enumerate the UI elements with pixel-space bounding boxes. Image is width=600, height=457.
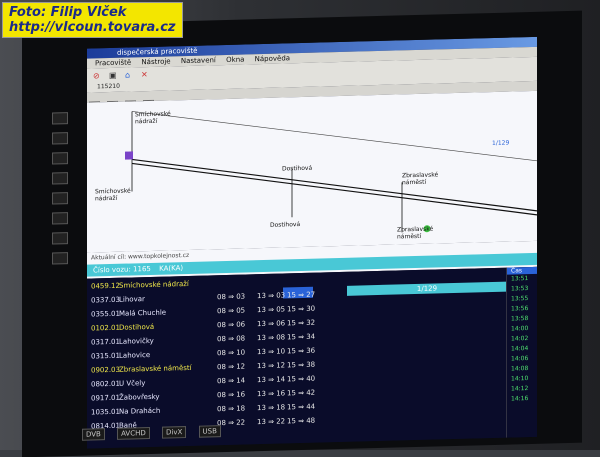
departure-time: 08 ⇒ 03	[217, 292, 246, 302]
info-path: Aktuální cíl: www.topkolejnost.cz	[91, 251, 190, 262]
departure-stop: Žabovřesky	[119, 392, 160, 402]
departure-time: 13 ⇒ 06	[257, 319, 286, 329]
tv-button	[52, 212, 68, 225]
departure-time: 08 ⇒ 06	[217, 320, 246, 330]
departure-time: 13 ⇒ 12	[257, 361, 286, 371]
tv-button	[52, 192, 68, 205]
menu-item[interactable]: Okna	[226, 56, 244, 64]
menu-item[interactable]: Pracoviště	[95, 58, 131, 67]
vehicle-number: Číslo vozu: 1165	[93, 264, 151, 275]
departure-time: 15 ⇒ 34	[287, 332, 316, 342]
tv-button	[52, 112, 68, 125]
departure-time: 13 ⇒ 03	[257, 291, 286, 301]
stop-icon[interactable]: ⊘	[93, 71, 100, 80]
departure-number: 0459.12	[91, 281, 120, 291]
departure-time: 08 ⇒ 08	[217, 334, 246, 344]
departure-time: 15 ⇒ 27	[287, 290, 316, 300]
departure-time: 13 ⇒ 22	[257, 417, 286, 427]
departure-time: 08 ⇒ 05	[217, 306, 246, 316]
station-label: Smíchovské nádraží	[135, 110, 171, 126]
route-track	[131, 158, 537, 212]
departure-stop: Zbraslavské náměstí	[119, 363, 192, 374]
departure-time: 15 ⇒ 36	[287, 346, 316, 356]
route-guide-line	[131, 111, 537, 162]
departure-time: 13 ⇒ 14	[257, 375, 286, 385]
menu-item[interactable]: Nastavení	[181, 56, 216, 65]
departure-stop: Lahovice	[119, 350, 151, 360]
departure-time: 13 ⇒ 05	[257, 305, 286, 315]
departure-time: 08 ⇒ 10	[217, 348, 246, 358]
departure-time: 15 ⇒ 42	[287, 388, 316, 398]
departure-time: 13 ⇒ 16	[257, 389, 286, 399]
departure-number: 0337.03	[91, 295, 120, 305]
departure-time: 13 ⇒ 18	[257, 403, 286, 413]
watermark-url: http://vlcoun.tovara.cz	[9, 20, 176, 35]
tv-logo: DivX	[162, 426, 187, 439]
tv-button	[52, 172, 68, 185]
departure-time: 15 ⇒ 32	[287, 318, 316, 328]
departure-time: 08 ⇒ 12	[217, 362, 246, 372]
route-diagram: Smíchovské nádraží Dostihová Zbraslavské…	[87, 90, 537, 253]
station-label: Zbraslavské náměstí	[402, 171, 439, 187]
vehicle-icon[interactable]	[125, 151, 133, 160]
departure-stop: Lihovar	[119, 295, 145, 304]
side-panel-item: 14:16	[511, 395, 529, 403]
close-icon[interactable]: ✕	[141, 70, 148, 79]
tv-button	[52, 132, 68, 145]
menu-item[interactable]: Nástroje	[141, 57, 170, 66]
station-label: Dostihová	[270, 221, 301, 229]
tv-logo: AVCHD	[117, 426, 150, 440]
menu-item[interactable]: Nápověda	[255, 54, 290, 63]
departure-time: 13 ⇒ 10	[257, 347, 286, 357]
departure-time: 15 ⇒ 30	[287, 304, 316, 314]
zoom-indicator: 1/129	[492, 139, 510, 148]
departure-number: 0102.01	[91, 323, 120, 333]
home-icon[interactable]: ⌂	[125, 71, 130, 80]
departure-stop: Malá Chuchle	[119, 308, 167, 318]
watermark-author: Foto: Filip Vlček	[9, 5, 127, 20]
departure-time: 15 ⇒ 38	[287, 360, 316, 370]
departure-stop: Dostihová	[119, 322, 155, 332]
route-track	[131, 162, 537, 216]
side-panel: Čas 13:51 13:53 13:55 13:56 13:58 14:00 14:02 1…	[506, 266, 537, 438]
station-label: Smíchovské nádraží	[95, 187, 131, 203]
station-label: Dostihová	[282, 164, 313, 173]
departure-table: 0459.12 Smíchovské nádraží 0337.03 Lihovar 0…	[87, 266, 537, 449]
tv-button	[52, 152, 68, 165]
station-label: Zbraslavské náměstí	[397, 225, 434, 241]
departure-time: 08 ⇒ 18	[217, 404, 246, 414]
departure-number: 0317.01	[91, 337, 120, 347]
departure-number: 0315.01	[91, 351, 120, 361]
departure-time: 15 ⇒ 40	[287, 374, 316, 384]
departure-stop: Lahovičky	[119, 336, 154, 346]
departure-number: 0917.01	[91, 393, 120, 403]
tv-side-buttons	[52, 104, 82, 395]
departure-stop: Na Drahách	[119, 406, 161, 416]
departure-time: 08 ⇒ 14	[217, 376, 246, 386]
tv-button	[52, 252, 68, 265]
tv-button	[52, 232, 68, 245]
departure-time: 13 ⇒ 08	[257, 333, 286, 343]
departure-number: 0355.01	[91, 309, 120, 319]
departure-time: 15 ⇒ 44	[287, 402, 316, 412]
departure-stop: U Včely	[119, 379, 146, 388]
tv-logo: USB	[198, 425, 221, 438]
departure-time: 15 ⇒ 48	[287, 416, 316, 426]
tv-screen: dispečerská pracoviště Pracoviště Nástro…	[87, 36, 537, 449]
toolbar-code: 115210	[97, 82, 120, 91]
departure-stop: Smíchovské nádraží	[119, 279, 189, 290]
tv-logo: DVB	[82, 428, 105, 441]
photo-watermark: Foto: Filip Vlček http://vlcoun.tovara.c…	[2, 2, 183, 38]
departure-number: 1035.01	[91, 407, 120, 417]
departure-time: 08 ⇒ 16	[217, 390, 246, 400]
tv-frame: dispečerská pracoviště Pracoviště Nástro…	[22, 10, 582, 457]
departure-number: 0902.03	[91, 365, 120, 375]
departure-number: 0802.01	[91, 379, 120, 389]
vehicle-route: KA(KA)	[159, 264, 184, 273]
bus-icon[interactable]: ▣	[109, 71, 117, 80]
